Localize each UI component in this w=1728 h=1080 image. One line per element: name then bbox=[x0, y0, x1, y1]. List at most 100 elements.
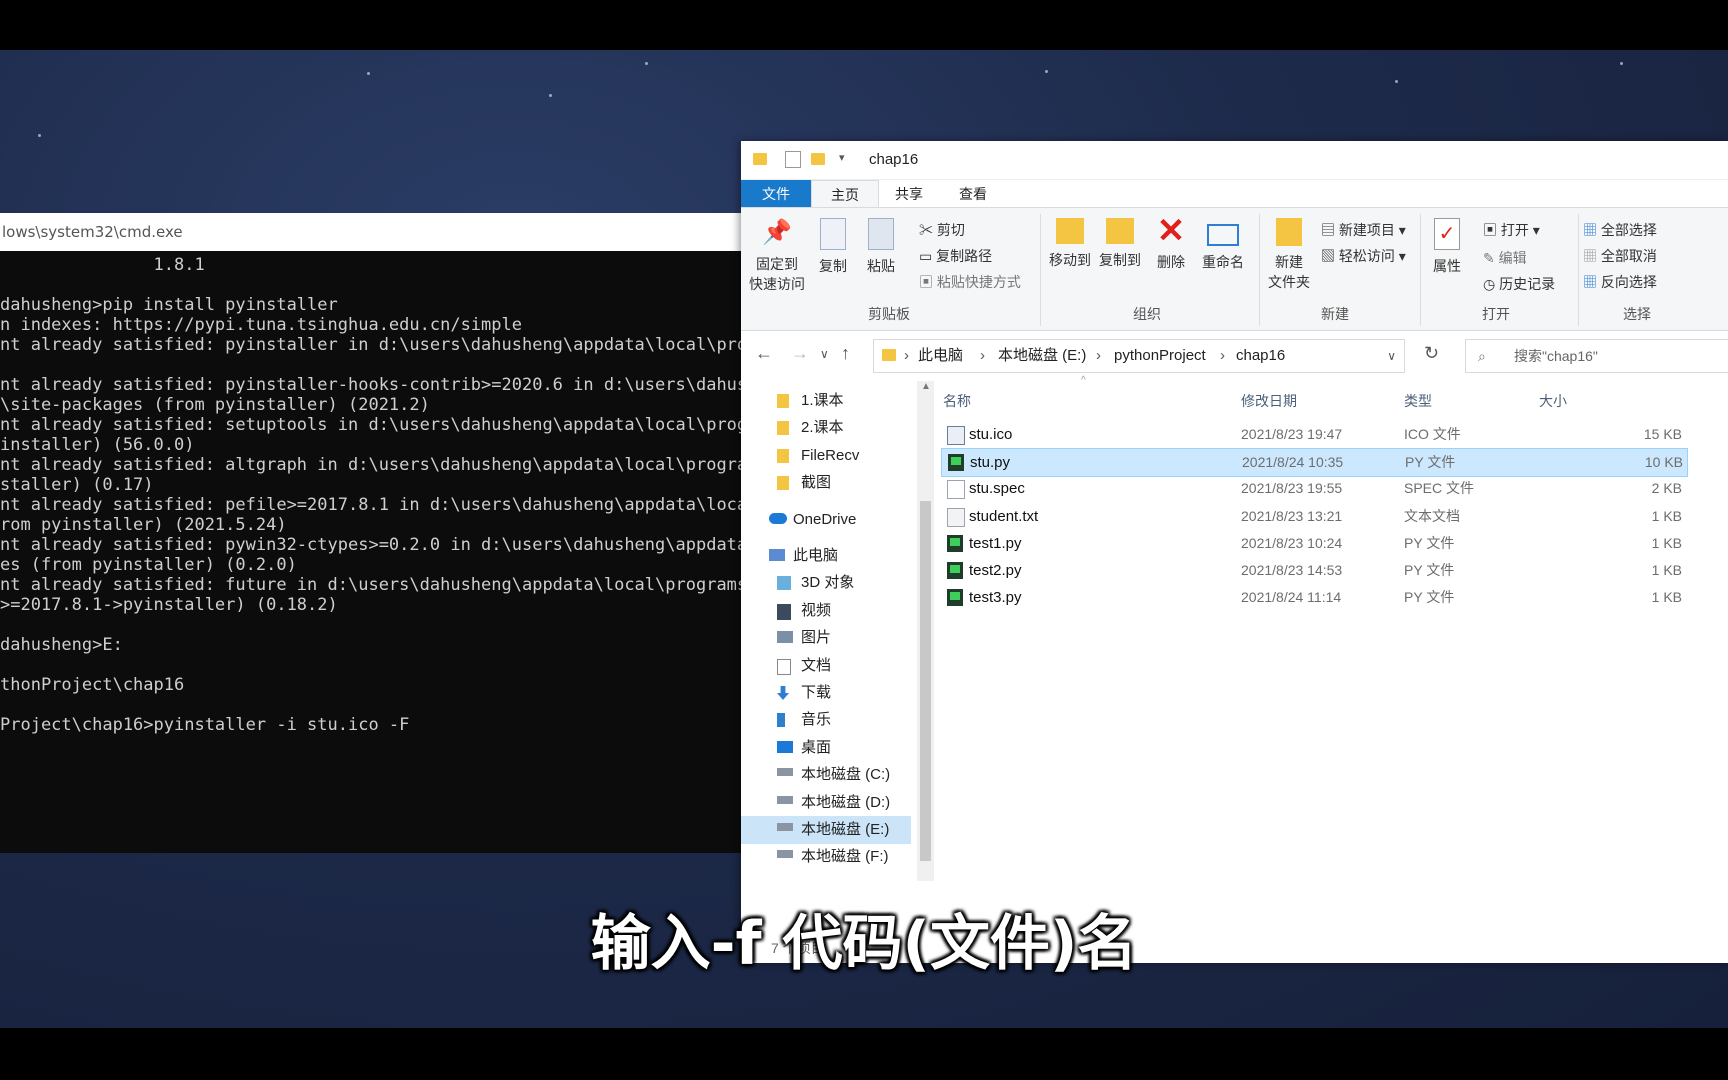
select-all-button[interactable]: ▦ 全部选择 bbox=[1583, 220, 1657, 240]
breadcrumb-this-pc[interactable]: 此电脑 bbox=[918, 340, 963, 372]
navigation-pane[interactable]: 1.课本 2.课本 FileRecv 截图 OneDrive 此电脑 3D 对象 视频图片文档… bbox=[741, 381, 916, 951]
copy-path-icon: ▭ bbox=[919, 248, 937, 264]
open-button[interactable]: ▣ 打开 ▾ bbox=[1483, 220, 1540, 240]
cut-button[interactable]: ✂ 剪切 bbox=[919, 220, 965, 240]
breadcrumb-pythonproject[interactable]: pythonProject bbox=[1114, 340, 1206, 372]
file-list[interactable]: ^ 名称 修改日期 类型 大小 stu.ico 2021/8/23 19:47 IC… bbox=[941, 375, 1728, 941]
nav-item[interactable]: 2.课本 bbox=[741, 414, 911, 442]
breadcrumb-drive-e[interactable]: 本地磁盘 (E:) bbox=[998, 340, 1086, 372]
nav-item-label: 图片 bbox=[801, 629, 832, 646]
properties-button[interactable]: ✓ 属性 bbox=[1425, 218, 1469, 276]
explorer-title-bar: ▾ chap16 bbox=[741, 141, 1728, 180]
pin-icon: 📌 bbox=[762, 219, 792, 246]
desktop-icon bbox=[777, 741, 793, 753]
file-row[interactable]: student.txt 2021/8/23 13:21 文本文档 1 KB bbox=[941, 503, 1686, 530]
nav-item[interactable]: 本地磁盘 (D:) bbox=[741, 789, 911, 817]
breadcrumb-chap16[interactable]: chap16 bbox=[1236, 340, 1285, 372]
copy-button[interactable]: 复制 bbox=[811, 218, 855, 276]
folder-icon bbox=[777, 449, 789, 463]
file-explorer-window[interactable]: ▾ chap16 文件 主页 共享 查看 📌 固定到 快速访问 复制 粘贴 ✂ … bbox=[741, 141, 1728, 963]
group-select-label: 选择 bbox=[1623, 306, 1651, 322]
navigation-scrollbar[interactable]: ▲ bbox=[917, 381, 934, 881]
tab-view[interactable]: 查看 bbox=[941, 180, 1005, 208]
file-type: PY 文件 bbox=[1405, 454, 1456, 471]
file-name: stu.py bbox=[970, 454, 1011, 472]
file-type: PY 文件 bbox=[1404, 589, 1455, 606]
cmd-window[interactable]: lows\system32\cmd.exe 1.8.1 dahusheng>pip… bbox=[0, 213, 742, 853]
file-row[interactable]: test3.py 2021/8/24 11:14 PY 文件 1 KB bbox=[941, 584, 1686, 611]
rename-icon bbox=[1207, 224, 1239, 246]
move-to-button[interactable]: 移动到 bbox=[1045, 218, 1095, 270]
file-row[interactable]: test2.py 2021/8/23 14:53 PY 文件 1 KB bbox=[941, 557, 1686, 584]
history-button[interactable]: ◷ 历史记录 bbox=[1483, 274, 1555, 294]
nav-item[interactable]: 桌面 bbox=[741, 734, 911, 762]
pin-quick-access-button[interactable]: 📌 固定到 快速访问 bbox=[747, 218, 807, 294]
refresh-icon[interactable]: ↻ bbox=[1424, 343, 1439, 364]
nav-item[interactable]: 本地磁盘 (E:) bbox=[741, 816, 911, 844]
cmd-output-line: nt already satisfied: pyinstaller in d:\… bbox=[0, 335, 742, 355]
up-arrow-icon[interactable]: ↑ bbox=[841, 343, 850, 364]
scroll-up-icon[interactable]: ▲ bbox=[921, 381, 931, 392]
nav-item-label: FileRecv bbox=[801, 447, 860, 464]
nav-item[interactable]: 1.课本 bbox=[741, 387, 911, 415]
folder-icon bbox=[777, 421, 789, 435]
new-item-button[interactable]: ▤ 新建项目 ▾ bbox=[1321, 220, 1406, 240]
invert-selection-button[interactable]: ▦ 反向选择 bbox=[1583, 272, 1657, 292]
scrollbar-thumb[interactable] bbox=[920, 501, 931, 861]
cmd-output-line: dahusheng>E: bbox=[0, 635, 123, 655]
forward-arrow-icon[interactable]: → bbox=[791, 343, 809, 364]
ribbon-tabs: 文件 主页 共享 查看 bbox=[741, 180, 1728, 209]
address-bar[interactable]: › 此电脑 › 本地磁盘 (E:) › pythonProject › chap… bbox=[873, 339, 1405, 373]
nav-item[interactable]: 本地磁盘 (C:) bbox=[741, 761, 911, 789]
nav-item[interactable]: 截图 bbox=[741, 469, 911, 497]
paste-shortcut-button[interactable]: ▣ 粘贴快捷方式 bbox=[919, 272, 1021, 292]
recent-locations-chevron-icon[interactable]: ∨ bbox=[820, 347, 829, 361]
delete-button[interactable]: ✕ 删除 bbox=[1149, 214, 1193, 272]
nav-item[interactable]: 此电脑 bbox=[741, 542, 911, 570]
nav-item[interactable]: OneDrive bbox=[741, 506, 911, 534]
group-clipboard-label: 剪贴板 bbox=[868, 306, 910, 322]
nav-item[interactable]: 图片 bbox=[741, 624, 911, 652]
address-dropdown-chevron-icon[interactable]: ∨ bbox=[1387, 340, 1396, 372]
sort-chevron-up-icon: ^ bbox=[1081, 375, 1086, 386]
nav-item[interactable]: 3D 对象 bbox=[741, 569, 911, 597]
file-size: 1 KB bbox=[1651, 507, 1682, 524]
file-row[interactable]: stu.ico 2021/8/23 19:47 ICO 文件 15 KB bbox=[941, 421, 1686, 448]
nav-item[interactable]: 本地磁盘 (F:) bbox=[741, 843, 911, 871]
tab-home[interactable]: 主页 bbox=[811, 180, 879, 209]
address-row: ← → ∨ ↑ › 此电脑 › 本地磁盘 (E:) › pythonProjec… bbox=[741, 335, 1728, 375]
column-header-name[interactable]: 名称 bbox=[943, 391, 971, 411]
easy-access-button[interactable]: ▧ 轻松访问 ▾ bbox=[1321, 246, 1406, 266]
cmd-output[interactable]: 1.8.1 dahusheng>pip install pyinstaller n … bbox=[0, 251, 742, 845]
rename-button[interactable]: 重命名 bbox=[1196, 218, 1250, 272]
column-header-type[interactable]: 类型 bbox=[1404, 391, 1432, 411]
properties-icon[interactable] bbox=[785, 151, 801, 168]
file-row[interactable]: stu.spec 2021/8/23 19:55 SPEC 文件 2 KB bbox=[941, 475, 1686, 502]
ribbon-home: 📌 固定到 快速访问 复制 粘贴 ✂ 剪切 ▭ 复制路径 ▣ 粘贴快捷方式 剪贴… bbox=[741, 207, 1728, 331]
nav-item[interactable]: 下载 bbox=[741, 679, 911, 707]
copy-path-button[interactable]: ▭ 复制路径 bbox=[919, 246, 992, 266]
new-folder-icon[interactable] bbox=[811, 153, 825, 165]
chevron-down-icon[interactable]: ▾ bbox=[839, 151, 845, 164]
column-header-date[interactable]: 修改日期 bbox=[1241, 391, 1297, 411]
edit-button[interactable]: ✎ 编辑 bbox=[1483, 248, 1527, 268]
nav-item-label: 音乐 bbox=[801, 711, 832, 728]
tab-share[interactable]: 共享 bbox=[877, 180, 941, 208]
nav-item[interactable]: 视频 bbox=[741, 597, 911, 625]
tab-file[interactable]: 文件 bbox=[741, 180, 811, 208]
file-row[interactable]: test1.py 2021/8/23 10:24 PY 文件 1 KB bbox=[941, 530, 1686, 557]
select-none-button[interactable]: ▦ 全部取消 bbox=[1583, 246, 1657, 266]
search-input[interactable]: ⌕ 搜索"chap16" bbox=[1465, 339, 1728, 373]
back-arrow-icon[interactable]: ← bbox=[755, 343, 773, 364]
nav-item[interactable]: FileRecv bbox=[741, 442, 911, 470]
copy-to-button[interactable]: 复制到 bbox=[1095, 218, 1145, 270]
invert-selection-icon: ▦ bbox=[1583, 274, 1601, 290]
file-date: 2021/8/23 14:53 bbox=[1241, 562, 1343, 578]
file-row[interactable]: stu.py 2021/8/24 10:35 PY 文件 10 KB bbox=[941, 448, 1688, 478]
new-folder-button[interactable]: 新建 文件夹 bbox=[1264, 218, 1314, 292]
paste-button[interactable]: 粘贴 bbox=[859, 218, 903, 276]
nav-item[interactable]: 音乐 bbox=[741, 706, 911, 734]
nav-item-label: 截图 bbox=[801, 474, 832, 491]
nav-item[interactable]: 文档 bbox=[741, 652, 911, 680]
column-header-size[interactable]: 大小 bbox=[1539, 391, 1567, 411]
